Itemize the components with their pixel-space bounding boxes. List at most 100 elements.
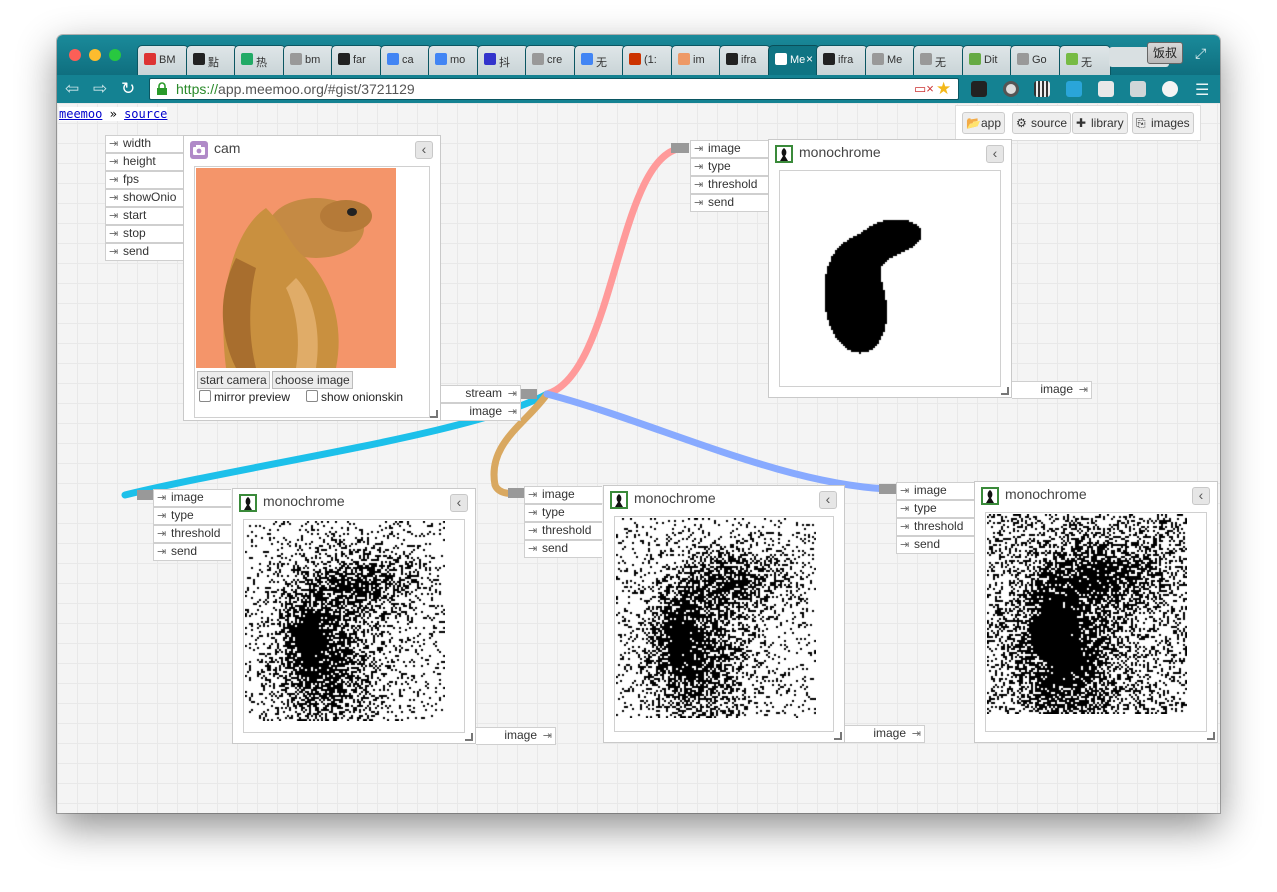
tab-18[interactable]: Dit <box>962 45 1014 75</box>
tab-15[interactable]: ifra <box>816 45 868 75</box>
monochrome-port-type[interactable]: ⇥ type <box>153 507 231 525</box>
cam-port-stop[interactable]: ⇥ stop <box>105 225 183 243</box>
source-button[interactable]: ⚙ source <box>1012 112 1072 134</box>
star-icon[interactable]: ★ <box>936 79 951 99</box>
monochrome-port-image[interactable]: ⇥ image <box>690 140 768 158</box>
mirror-preview-label: mirror preview <box>214 390 291 404</box>
cam-port-height[interactable]: ⇥ height <box>105 153 183 171</box>
cam-port-fps[interactable]: ⇥ fps <box>105 171 183 189</box>
monochrome-port-threshold[interactable]: ⇥ threshold <box>524 522 602 540</box>
cam-node[interactable]: cam ‹ start camera choose image mirror p… <box>183 135 441 421</box>
tab-13[interactable]: ifra <box>719 45 771 75</box>
cam-out-stream[interactable]: stream ⇥ <box>441 385 521 403</box>
collapse-button[interactable]: ‹ <box>1192 487 1210 505</box>
monochrome-node-3[interactable]: monochrome ‹ <box>603 485 845 743</box>
tab-19[interactable]: Go <box>1010 45 1062 75</box>
extension-bird-icon[interactable] <box>1066 81 1082 97</box>
resize-handle[interactable] <box>834 732 842 740</box>
monochrome-out-image[interactable]: image ⇥ <box>845 725 925 743</box>
monochrome-output-image <box>245 521 445 721</box>
tab-6[interactable]: ca <box>380 45 432 75</box>
resize-handle[interactable] <box>430 410 438 418</box>
fullscreen-icon[interactable]: ⤢ <box>1195 45 1206 62</box>
profile-button[interactable]: 饭叔 <box>1147 42 1183 64</box>
start-camera-button[interactable]: start camera <box>197 371 270 389</box>
tab-9[interactable]: cre <box>525 45 577 75</box>
monochrome-port-send[interactable]: ⇥ send <box>153 543 231 561</box>
reload-button[interactable]: ↻ <box>121 79 135 99</box>
zoom-window-button[interactable] <box>109 49 121 61</box>
tab-12[interactable]: im <box>671 45 723 75</box>
forward-button[interactable]: ⇨ <box>93 79 107 99</box>
resize-handle[interactable] <box>465 733 473 741</box>
back-button[interactable]: ⇦ <box>65 79 79 99</box>
monochrome-out-image[interactable]: image ⇥ <box>1012 381 1092 399</box>
breadcrumb-current-link[interactable]: source <box>124 107 167 121</box>
show-onionskin-checkbox[interactable]: show onionskin <box>306 390 403 404</box>
extension-circle-icon[interactable] <box>1003 81 1019 97</box>
collapse-button[interactable]: ‹ <box>986 145 1004 163</box>
collapse-button[interactable]: ‹ <box>415 141 433 159</box>
breadcrumb-home-link[interactable]: meemoo <box>59 107 102 121</box>
library-button[interactable]: ✚ library <box>1072 112 1128 134</box>
choose-image-button[interactable]: choose image <box>272 371 353 389</box>
tab-7[interactable]: mo <box>428 45 480 75</box>
resize-handle[interactable] <box>1001 387 1009 395</box>
monochrome-port-type[interactable]: ⇥ type <box>690 158 768 176</box>
monochrome-port-threshold[interactable]: ⇥ threshold <box>690 176 768 194</box>
tab-1[interactable]: BM <box>137 45 189 75</box>
monochrome-port-send[interactable]: ⇥ send <box>896 536 974 554</box>
meemoo-canvas[interactable]: meemoo » source 📂 app ⚙ source ✚ library ⎘ i… <box>57 103 1220 813</box>
monochrome-port-image[interactable]: ⇥ image <box>896 482 974 500</box>
monochrome-port-image[interactable]: ⇥ image <box>524 486 602 504</box>
monochrome-node-1[interactable]: monochrome ‹ <box>768 139 1012 398</box>
close-window-button[interactable] <box>69 49 81 61</box>
tab-20[interactable]: 无 <box>1059 45 1111 75</box>
collapse-button[interactable]: ‹ <box>450 494 468 512</box>
reload-icon: ↻ <box>121 79 136 98</box>
tab-3[interactable]: 热 <box>234 45 286 75</box>
qr-code-icon[interactable] <box>1034 81 1050 97</box>
monochrome-node-2[interactable]: monochrome ‹ <box>232 488 476 744</box>
collapse-button[interactable]: ‹ <box>819 491 837 509</box>
camera-blocked-icon[interactable]: ▭× <box>914 81 934 97</box>
images-button[interactable]: ⎘ images <box>1132 112 1194 134</box>
cam-port-showonio[interactable]: ⇥ showOnio <box>105 189 183 207</box>
tab-2[interactable]: 點 <box>186 45 238 75</box>
tab-17[interactable]: 无 <box>913 45 965 75</box>
extension-page-icon[interactable] <box>1098 81 1114 97</box>
extension-info-icon[interactable] <box>1162 81 1178 97</box>
monochrome-port-threshold[interactable]: ⇥ threshold <box>153 525 231 543</box>
cam-out-image[interactable]: image ⇥ <box>441 403 521 421</box>
port-label: threshold <box>708 177 758 191</box>
cam-port-send[interactable]: ⇥ send <box>105 243 183 261</box>
monochrome-node-4[interactable]: monochrome ‹ <box>974 481 1218 743</box>
tab-11[interactable]: (1: <box>622 45 674 75</box>
tab-10[interactable]: 无 <box>574 45 626 75</box>
monochrome-port-image[interactable]: ⇥ image <box>153 489 231 507</box>
resize-handle[interactable] <box>1207 732 1215 740</box>
extension-puzzle-icon[interactable] <box>1130 81 1146 97</box>
app-button[interactable]: 📂 app <box>962 112 1006 134</box>
extension-grid-icon[interactable] <box>971 81 987 97</box>
cam-port-start[interactable]: ⇥ start <box>105 207 183 225</box>
close-tab-icon[interactable]: × <box>806 52 813 66</box>
menu-icon[interactable]: ☰ <box>1195 80 1209 100</box>
tab-16[interactable]: Me <box>865 45 917 75</box>
monochrome-out-image[interactable]: image ⇥ <box>476 727 556 745</box>
monochrome-port-threshold[interactable]: ⇥ threshold <box>896 518 974 536</box>
monochrome-port-send[interactable]: ⇥ send <box>524 540 602 558</box>
monochrome-port-type[interactable]: ⇥ type <box>896 500 974 518</box>
tab-title: ifra <box>741 54 757 66</box>
monochrome-port-type[interactable]: ⇥ type <box>524 504 602 522</box>
cam-port-width[interactable]: ⇥ width <box>105 135 183 153</box>
minimize-window-button[interactable] <box>89 49 101 61</box>
address-bar[interactable]: https://app.meemoo.org/#gist/3721129 ▭× … <box>149 78 959 100</box>
tab-14[interactable]: Me × <box>768 45 820 75</box>
tab-8[interactable]: 抖 <box>477 45 529 75</box>
mirror-preview-checkbox[interactable]: mirror preview <box>199 390 290 404</box>
tab-4[interactable]: bm <box>283 45 335 75</box>
tab-5[interactable]: far <box>331 45 383 75</box>
monochrome-node-title: monochrome <box>1005 486 1087 502</box>
monochrome-port-send[interactable]: ⇥ send <box>690 194 768 212</box>
